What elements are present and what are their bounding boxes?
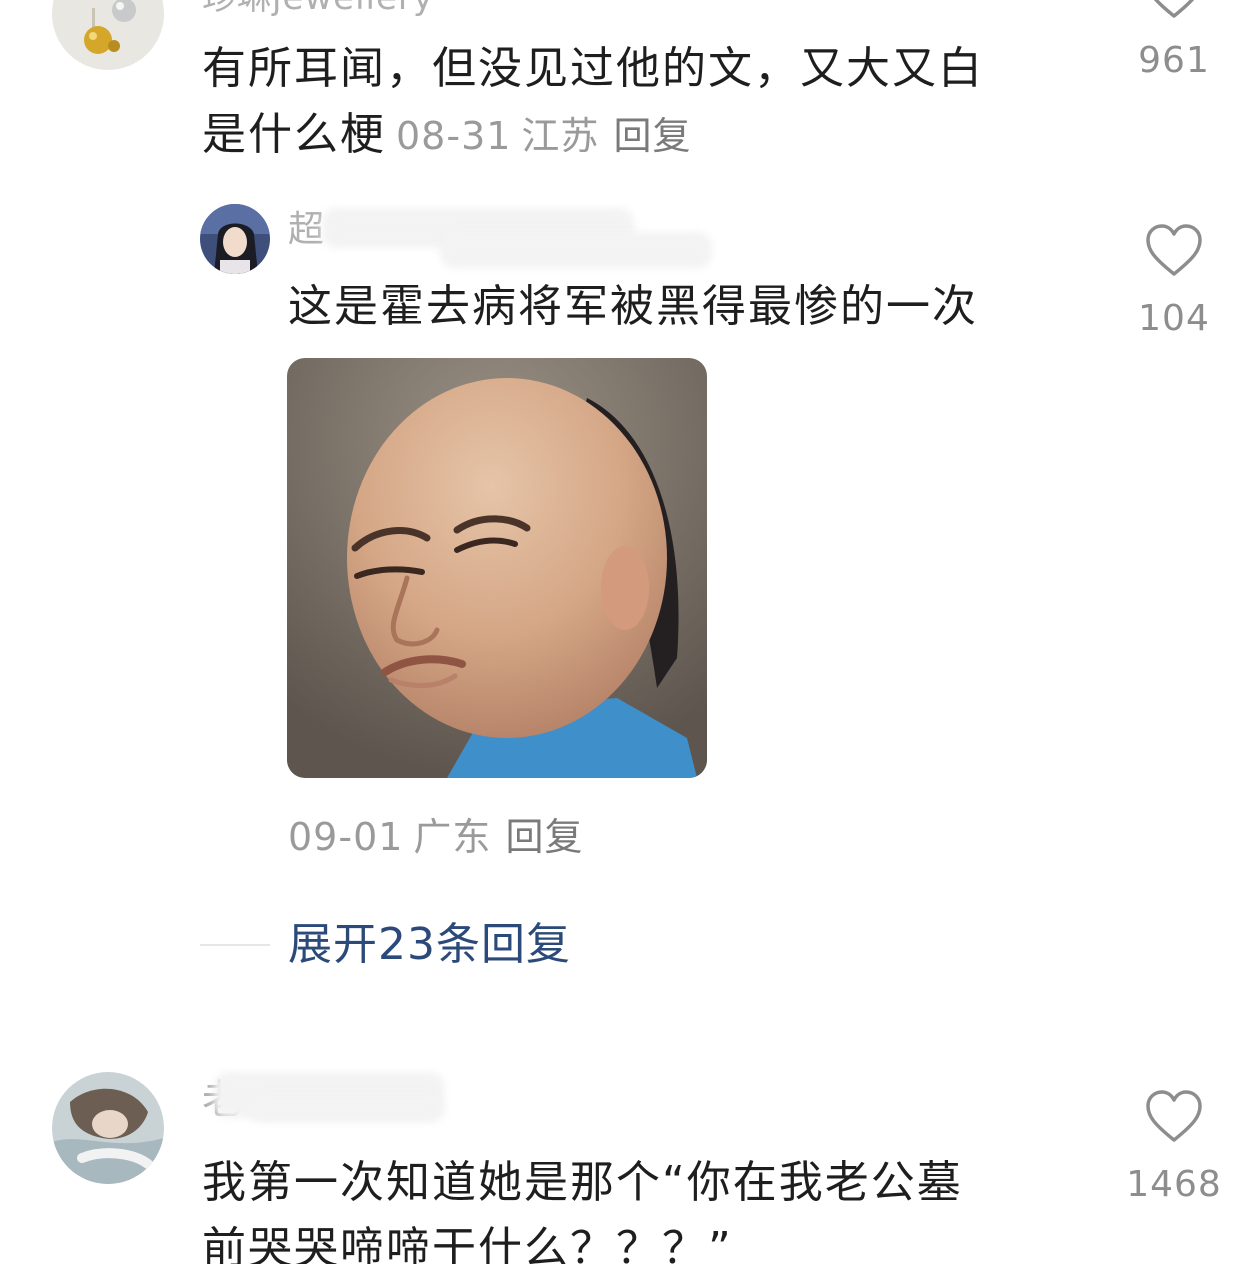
meme-image[interactable] <box>287 358 707 778</box>
reply-location: 广东 <box>413 815 492 859</box>
reply-button[interactable]: 回复 <box>505 815 583 859</box>
avatar[interactable] <box>52 0 164 70</box>
avatar[interactable] <box>52 1072 164 1184</box>
comment-text: 我第一次知道她是那个“你在我老公墓 前哭哭啼啼干什么？？？” <box>202 1150 1102 1264</box>
username-blur <box>440 232 712 268</box>
heart-outline-icon <box>1146 1090 1202 1142</box>
like-button[interactable]: 1468 <box>1114 1088 1234 1205</box>
expand-divider <box>200 944 270 946</box>
comment-text-line: 我第一次知道她是那个“你在我老公墓 <box>202 1157 963 1208</box>
comment-feed: 珍琳jewellery 有所耳闻，但没见过他的文，又大又白 是什么梗08-31江… <box>0 0 1260 1264</box>
like-count: 104 <box>1138 298 1210 339</box>
comment-location: 江苏 <box>521 114 600 158</box>
reply-date: 09-01 <box>288 815 404 859</box>
comment-text-line: 是什么梗 08-31 江苏 回复 <box>202 102 1102 169</box>
comment-text-line: 有所耳闻，但没见过他的文，又大又白 <box>202 43 984 94</box>
username-blur <box>248 1096 444 1122</box>
like-count: 1468 <box>1126 1164 1222 1205</box>
comment-text: 有所耳闻，但没见过他的文，又大又白 是什么梗 08-31 江苏 回复 <box>202 36 1102 169</box>
comment-text-line: 前哭哭啼啼干什么？？？” <box>202 1223 733 1264</box>
reply-username[interactable]: 超 <box>288 210 325 250</box>
comment-username[interactable]: 珍琳jewellery <box>202 0 434 18</box>
comment-date: 08-31 <box>396 114 512 158</box>
comment-text-tail: 是什么梗 <box>202 109 386 160</box>
avatar[interactable] <box>200 204 270 274</box>
reply-button[interactable]: 回复 <box>613 114 691 158</box>
heart-outline-icon <box>1146 224 1202 276</box>
like-button[interactable]: 104 <box>1114 222 1234 339</box>
like-button[interactable]: 961 <box>1114 0 1234 81</box>
reply-meta: 09-01 广东 回复 <box>288 812 583 862</box>
reply-text: 这是霍去病将军被黑得最惨的一次 <box>288 281 978 332</box>
like-count: 961 <box>1138 40 1210 81</box>
meme-photo <box>287 358 707 778</box>
heart-outline-icon <box>1153 0 1195 18</box>
expand-replies-button[interactable]: 展开23条回复 <box>288 918 571 972</box>
